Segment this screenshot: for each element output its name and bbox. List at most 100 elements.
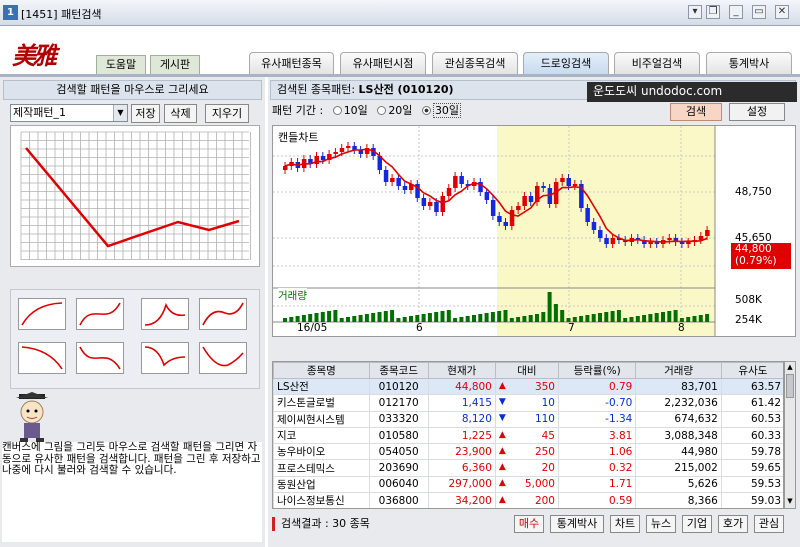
preset-pattern-7[interactable] xyxy=(141,342,189,374)
table-scrollbar[interactable]: ▲ ▼ xyxy=(784,361,796,509)
table-row[interactable]: 농우바이오 054050 23,900 ▲ 250 1.06 44,980 59.78 xyxy=(273,443,783,461)
radio-20-days[interactable] xyxy=(377,106,387,115)
tab-stats-doctor[interactable]: 통계박사 xyxy=(706,52,792,74)
cell-volume: 2,232,036 xyxy=(635,394,722,412)
preset-pattern-3[interactable] xyxy=(141,298,189,330)
volume-bar xyxy=(440,311,445,322)
preset-pattern-2[interactable] xyxy=(76,298,124,330)
preset-pattern-5[interactable] xyxy=(18,342,66,374)
cell-price: 8,120 xyxy=(427,410,496,428)
volume-bar xyxy=(371,313,376,322)
board-button[interactable]: 게시판 xyxy=(150,55,200,75)
pattern-highlight xyxy=(497,126,715,336)
search-button[interactable]: 검색 xyxy=(670,103,722,121)
column-change[interactable]: 대비 xyxy=(494,362,559,379)
tab-interest-search[interactable]: 관심종목검색 xyxy=(432,52,518,74)
candle xyxy=(648,242,653,244)
restore-button[interactable]: ❐ xyxy=(706,5,720,19)
volume-bar xyxy=(610,311,615,322)
quote-button[interactable]: 호가 xyxy=(718,515,748,533)
column-price[interactable]: 현재가 xyxy=(427,362,496,379)
cell-name: 프로스테믹스 xyxy=(273,459,370,477)
column-percent[interactable]: 등락률(%) xyxy=(557,362,637,379)
cell-code: 036800 xyxy=(368,492,429,508)
column-similarity[interactable]: 유사도 xyxy=(720,362,783,379)
preset-pattern-4[interactable] xyxy=(199,298,247,330)
tab-drawing-search[interactable]: 드로잉검색 xyxy=(523,52,609,74)
minimize-button[interactable]: _ xyxy=(729,5,743,19)
candle xyxy=(427,202,433,206)
clear-button[interactable]: 지우기 xyxy=(205,104,249,123)
volume-bar xyxy=(541,312,546,322)
table-row[interactable]: 키스톤글로벌 012170 1,415 ▼ 10 -0.70 2,232,036 61.42 xyxy=(273,394,783,412)
volume-bar xyxy=(635,316,640,322)
volume-bar xyxy=(484,313,489,322)
cell-change: ▲ 350 xyxy=(494,377,559,396)
cell-name: 지코 xyxy=(273,426,370,445)
stats-doctor-button[interactable]: 통계박사 xyxy=(550,515,604,533)
cell-similarity: 63.57 xyxy=(720,377,783,396)
volume-bar xyxy=(673,310,678,322)
radio-10-days-label: 10일 xyxy=(343,104,368,117)
table-row[interactable]: 지코 010580 1,225 ▲ 45 3.81 3,088,348 60.33 xyxy=(273,426,783,445)
table-row[interactable]: 나이스정보통신 036800 34,200 ▲ 200 0.59 8,366 59.03 xyxy=(273,492,783,508)
maximize-button[interactable]: ▭ xyxy=(752,5,766,19)
chevron-down-icon[interactable]: ▼ xyxy=(113,105,127,121)
candle xyxy=(541,186,546,188)
interest-button[interactable]: 관심 xyxy=(754,515,784,533)
company-button[interactable]: 기업 xyxy=(682,515,712,533)
buy-button[interactable]: 매수 xyxy=(514,515,544,533)
volume-bar xyxy=(459,317,464,322)
pattern-select[interactable]: 제작패턴_1 ▼ xyxy=(10,104,128,122)
price-label-48750: 48,750 xyxy=(735,186,772,198)
news-button[interactable]: 뉴스 xyxy=(646,515,676,533)
volume-bar xyxy=(535,314,539,322)
up-arrow-icon: ▲ xyxy=(498,494,506,505)
volume-bar xyxy=(667,311,672,322)
cell-price: 6,360 xyxy=(427,459,496,477)
cell-price: 297,000 xyxy=(427,475,496,494)
tab-similar-time[interactable]: 유사패턴시점 xyxy=(340,52,426,74)
close-button[interactable]: ✕ xyxy=(775,5,789,19)
settings-button[interactable]: 설정 xyxy=(729,103,785,121)
column-code[interactable]: 종목코드 xyxy=(368,362,429,379)
radio-30-days[interactable] xyxy=(421,106,431,115)
delete-button[interactable]: 삭제 xyxy=(164,104,197,123)
cell-percent: 0.79 xyxy=(557,377,637,396)
candle xyxy=(610,238,616,244)
column-volume[interactable]: 거래량 xyxy=(635,362,722,379)
tab-similar-stock[interactable]: 유사패턴종목 xyxy=(249,52,334,74)
tab-visual-search[interactable]: 비주얼검색 xyxy=(614,52,700,74)
candle-chart[interactable]: 캔들차트 거래량 48,750 45,650 44,800 (0.79%) 50… xyxy=(272,125,796,337)
drawing-canvas[interactable] xyxy=(10,125,260,267)
volume-bar xyxy=(692,316,697,322)
preset-pattern-1[interactable] xyxy=(18,298,66,330)
chart-button[interactable]: 차트 xyxy=(610,515,640,533)
up-arrow-icon: ▲ xyxy=(498,429,506,440)
table-row[interactable]: 제이씨현시스템 033320 8,120 ▼ 110 -1.34 674,632 60.53 xyxy=(273,410,783,428)
table-row[interactable]: LS산전 010120 44,800 ▲ 350 0.79 83,701 63.57 xyxy=(273,377,783,396)
candle xyxy=(383,170,389,182)
preset-pattern-8[interactable] xyxy=(199,342,247,374)
cell-percent: 1.06 xyxy=(557,443,637,461)
radio-10-days[interactable] xyxy=(332,106,342,115)
table-row[interactable]: 동원산업 006040 297,000 ▲ 5,000 1.71 5,626 59.53 xyxy=(273,475,783,494)
search-result-panel: 검색된 종목패턴: LS산전 (010120) 운도도씨 undodoc.com… xyxy=(268,77,800,547)
column-name[interactable]: 종목명 xyxy=(273,362,370,379)
cell-similarity: 60.33 xyxy=(720,426,783,445)
preset-pattern-6[interactable] xyxy=(76,342,124,374)
save-button[interactable]: 저장 xyxy=(131,104,160,123)
scroll-up-icon[interactable]: ▲ xyxy=(786,363,794,372)
table-row[interactable]: 프로스테믹스 203690 6,360 ▲ 20 0.32 215,002 59.65 xyxy=(273,459,783,477)
cell-name: 제이씨현시스템 xyxy=(273,410,370,428)
scroll-thumb[interactable] xyxy=(786,374,794,398)
scroll-down-icon[interactable]: ▼ xyxy=(786,497,794,506)
menu-dropdown-button[interactable]: ▾ xyxy=(688,5,702,19)
volume-bar xyxy=(427,313,432,322)
watermark: 운도도씨 undodoc.com xyxy=(587,82,797,102)
volume-bar xyxy=(301,315,306,322)
candle xyxy=(598,230,603,238)
cell-name: LS산전 xyxy=(273,377,370,396)
help-button[interactable]: 도움말 xyxy=(96,55,146,75)
volume-bar xyxy=(396,318,401,322)
